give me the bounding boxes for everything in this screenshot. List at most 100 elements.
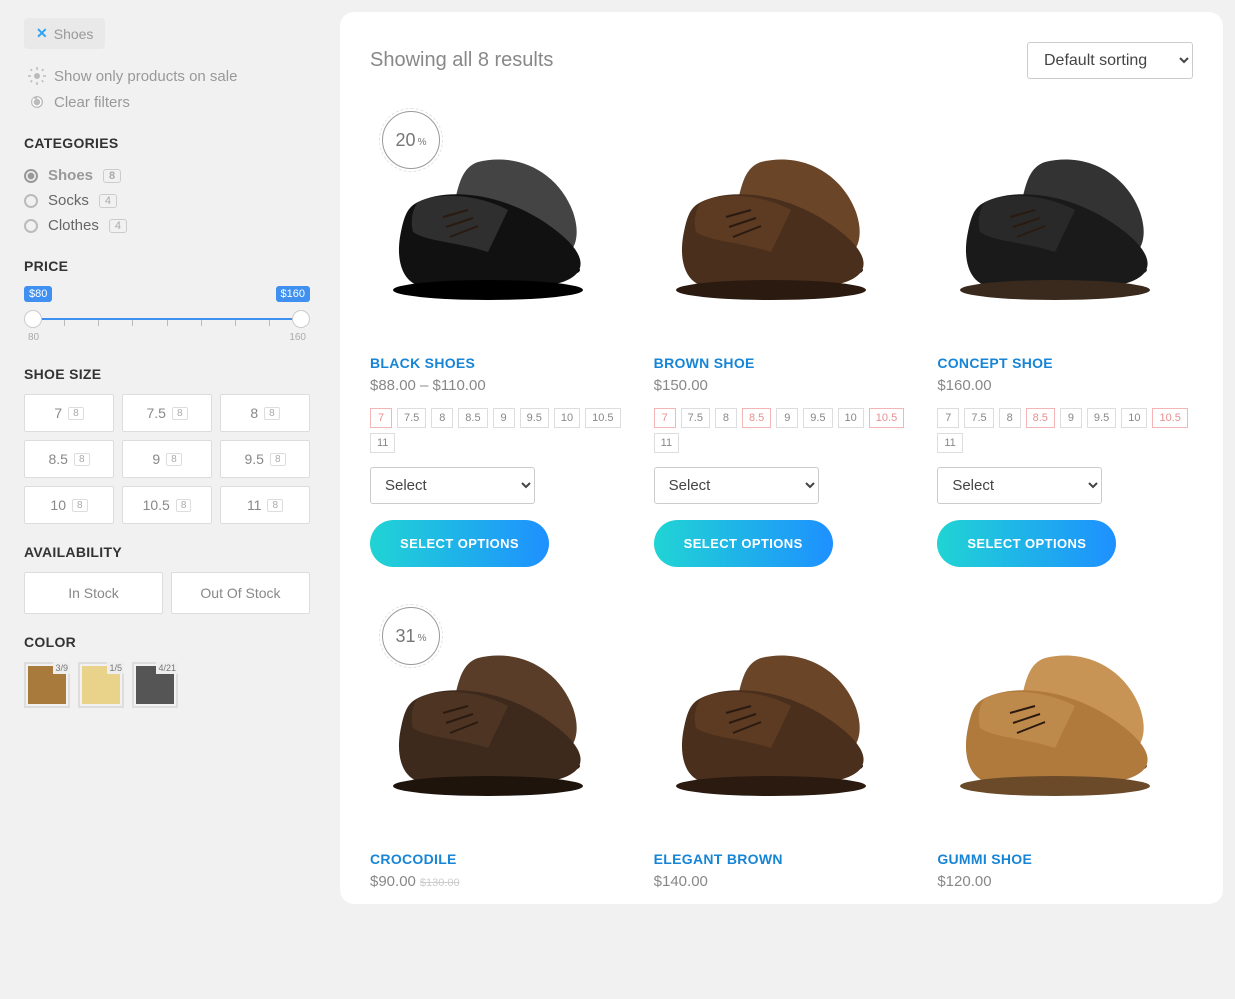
size-chip-8.5[interactable]: 8.5: [1026, 408, 1055, 428]
category-count: 8: [103, 169, 121, 183]
category-count: 4: [99, 194, 117, 208]
color-swatch[interactable]: 4/21: [132, 662, 178, 708]
select-options-button[interactable]: SELECT OPTIONS: [654, 520, 833, 567]
size-count: 8: [267, 499, 283, 512]
results-count: Showing all 8 results: [370, 49, 553, 72]
product-price: $150.00: [654, 377, 910, 394]
size-count: 8: [176, 499, 192, 512]
size-chip-10.5[interactable]: 10.5: [869, 408, 904, 428]
out-of-stock-button[interactable]: Out Of Stock: [171, 572, 310, 614]
size-filter-10.5[interactable]: 10.58: [122, 486, 212, 524]
size-value: 8: [250, 405, 258, 421]
size-chip-7.5[interactable]: 7.5: [964, 408, 993, 428]
size-count: 8: [72, 499, 88, 512]
product-image[interactable]: 31%: [370, 595, 626, 841]
size-filter-10[interactable]: 108: [24, 486, 114, 524]
size-chip-11[interactable]: 11: [370, 433, 395, 453]
size-count: 8: [68, 407, 84, 420]
radio-icon: [24, 194, 38, 208]
select-options-button[interactable]: SELECT OPTIONS: [937, 520, 1116, 567]
size-value: 9: [152, 451, 160, 467]
size-chip-10[interactable]: 10: [1121, 408, 1147, 428]
size-value: 7: [54, 405, 62, 421]
color-swatch[interactable]: 1/5: [78, 662, 124, 708]
size-chip-8[interactable]: 8: [999, 408, 1021, 428]
close-icon[interactable]: ✕: [36, 25, 48, 42]
size-chip-9.5[interactable]: 9.5: [803, 408, 832, 428]
category-label: Shoes: [48, 167, 93, 184]
product-card: GUMMI SHOE $120.00: [937, 595, 1193, 904]
color-swatch[interactable]: 3/9: [24, 662, 70, 708]
product-card: CONCEPT SHOE $160.00 77.5 88.599.51010.5 11 S…: [937, 99, 1193, 567]
refresh-icon: [28, 93, 46, 111]
sale-only-link[interactable]: Show only products on sale: [24, 63, 310, 89]
select-options-button[interactable]: SELECT OPTIONS: [370, 520, 549, 567]
size-chip-9[interactable]: 9: [776, 408, 798, 428]
product-title[interactable]: CROCODILE: [370, 851, 626, 867]
size-chip-8.5[interactable]: 8.5: [458, 408, 487, 428]
size-filter-7.5[interactable]: 7.58: [122, 394, 212, 432]
size-filter-8.5[interactable]: 8.58: [24, 440, 114, 478]
size-chip-10.5[interactable]: 10.5: [585, 408, 620, 428]
size-filter-8[interactable]: 88: [220, 394, 310, 432]
size-chip-10.5[interactable]: 10.5: [1152, 408, 1187, 428]
size-filter-9.5[interactable]: 9.58: [220, 440, 310, 478]
product-title[interactable]: BROWN SHOE: [654, 355, 910, 371]
size-chip-11[interactable]: 11: [654, 433, 679, 453]
product-image[interactable]: 20%: [370, 99, 626, 345]
price-max-pill: $160: [276, 286, 310, 302]
product-price: $140.00: [654, 873, 910, 890]
swatch-badge: 3/9: [53, 662, 70, 674]
size-chip-7[interactable]: 7: [370, 408, 392, 428]
size-chip-10[interactable]: 10: [554, 408, 580, 428]
product-title[interactable]: GUMMI SHOE: [937, 851, 1193, 867]
size-chip-9.5[interactable]: 9.5: [1087, 408, 1116, 428]
product-listing: Showing all 8 results Default sorting 20…: [340, 12, 1223, 904]
size-chip-8[interactable]: 8: [715, 408, 737, 428]
axis-max: 160: [289, 332, 306, 343]
size-chip-9[interactable]: 9: [1060, 408, 1082, 428]
product-title[interactable]: ELEGANT BROWN: [654, 851, 910, 867]
variation-select[interactable]: Select: [370, 467, 535, 504]
product-title[interactable]: BLACK SHOES: [370, 355, 626, 371]
product-image[interactable]: [654, 99, 910, 345]
size-chip-7[interactable]: 7: [937, 408, 959, 428]
gear-icon: [28, 67, 46, 85]
size-chip-9.5[interactable]: 9.5: [520, 408, 549, 428]
product-image[interactable]: [937, 99, 1193, 345]
size-filter-7[interactable]: 78: [24, 394, 114, 432]
color-swatches: 3/9 1/54/21: [24, 662, 310, 708]
product-image[interactable]: [937, 595, 1193, 841]
product-price: $120.00: [937, 873, 1193, 890]
clear-filters-link[interactable]: Clear filters: [24, 89, 310, 115]
size-chip-8[interactable]: 8: [431, 408, 453, 428]
product-price: $160.00: [937, 377, 1193, 394]
slider-handle-max[interactable]: [292, 310, 310, 328]
price-slider[interactable]: $80 $160 80 160: [24, 286, 310, 346]
size-chip-9[interactable]: 9: [493, 408, 515, 428]
sale-badge: 31%: [382, 607, 440, 665]
size-chip-11[interactable]: 11: [937, 433, 962, 453]
active-filter-label: Shoes: [54, 26, 94, 42]
slider-handle-min[interactable]: [24, 310, 42, 328]
variation-select[interactable]: Select: [937, 467, 1102, 504]
product-title[interactable]: CONCEPT SHOE: [937, 355, 1193, 371]
in-stock-button[interactable]: In Stock: [24, 572, 163, 614]
size-chip-8.5[interactable]: 8.5: [742, 408, 771, 428]
category-clothes[interactable]: Clothes4: [24, 213, 310, 238]
size-filter-9[interactable]: 98: [122, 440, 212, 478]
product-image[interactable]: [654, 595, 910, 841]
active-filter-chip[interactable]: ✕ Shoes: [24, 18, 105, 49]
size-filter-11[interactable]: 118: [220, 486, 310, 524]
category-socks[interactable]: Socks4: [24, 188, 310, 213]
variation-select[interactable]: Select: [654, 467, 819, 504]
size-chip-7[interactable]: 7: [654, 408, 676, 428]
size-count: 8: [74, 453, 90, 466]
size-chip-7.5[interactable]: 7.5: [681, 408, 710, 428]
size-heading: SHOE SIZE: [24, 366, 310, 382]
category-shoes[interactable]: Shoes 8: [24, 163, 310, 188]
size-chip-7.5[interactable]: 7.5: [397, 408, 426, 428]
size-chips: 77.588.5 99.51010.5 11: [370, 408, 626, 453]
size-chip-10[interactable]: 10: [838, 408, 864, 428]
sort-select[interactable]: Default sorting: [1027, 42, 1193, 79]
